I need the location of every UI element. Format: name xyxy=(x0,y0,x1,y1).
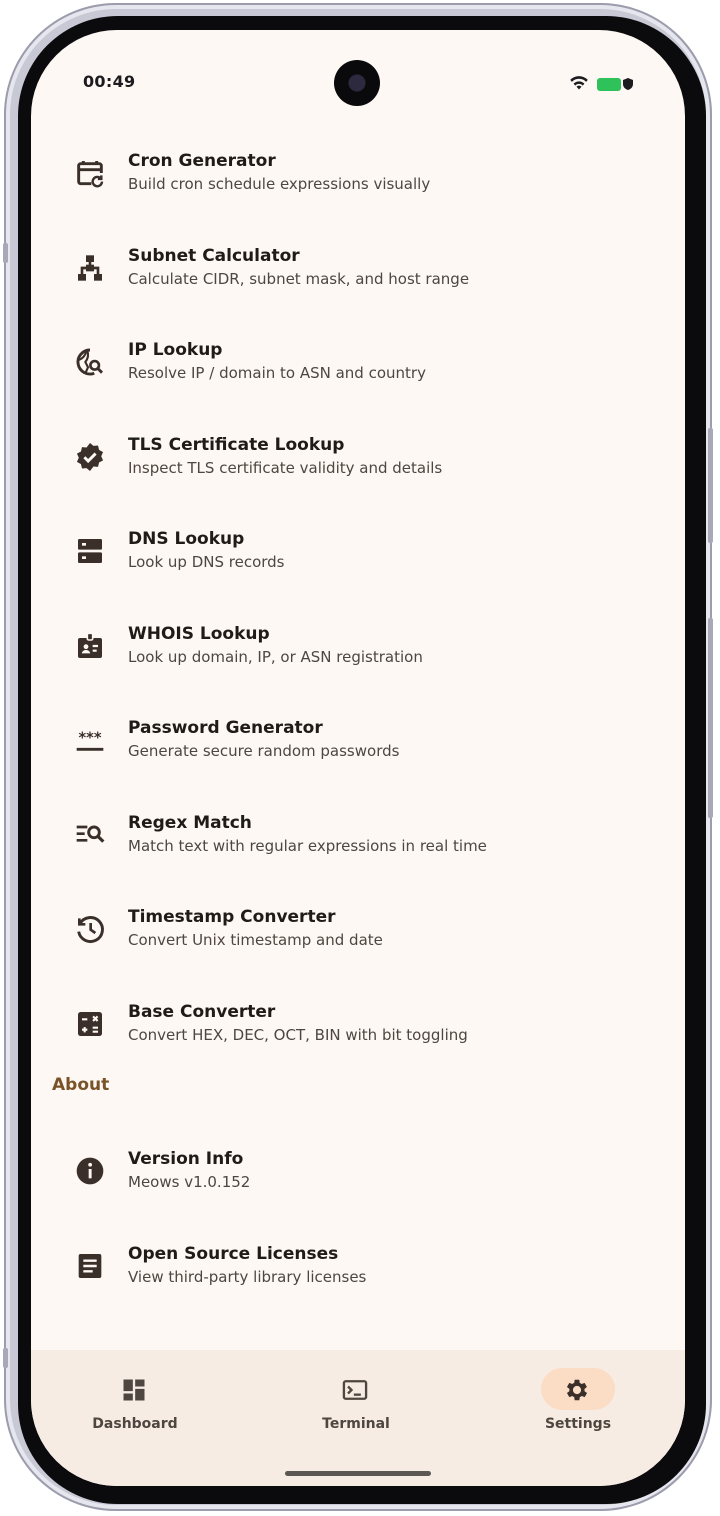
list-item-password-generator[interactable]: *** Password Generator Generate secure ran… xyxy=(31,708,685,802)
front-camera xyxy=(334,60,380,106)
list-item-regex-match[interactable]: Regex Match Match text with regular expre… xyxy=(31,803,685,897)
network-tree-icon xyxy=(74,252,106,284)
side-button xyxy=(3,1348,8,1368)
list-item-whois-lookup[interactable]: WHOIS Lookup Look up domain, IP, or ASN r… xyxy=(31,614,685,708)
list-item-title: Base Converter xyxy=(128,1001,276,1022)
bottom-navigation: Dashboard Terminal Settings xyxy=(31,1350,685,1486)
dashboard-icon xyxy=(120,1376,148,1404)
home-indicator[interactable] xyxy=(285,1471,431,1476)
password-icon: *** xyxy=(74,724,106,756)
screen: 00:49 Cron Generator Build cron schedule … xyxy=(31,30,685,1486)
list-item-subtitle: Convert Unix timestamp and date xyxy=(128,931,383,949)
list-item-subtitle: Resolve IP / domain to ASN and country xyxy=(128,364,426,382)
list-item-title: Regex Match xyxy=(128,812,252,833)
list-item-open-source-licenses[interactable]: Open Source Licenses View third-party lib… xyxy=(31,1234,685,1328)
nav-label: Dashboard xyxy=(92,1416,178,1432)
about-section-header: About xyxy=(52,1075,110,1095)
status-bar: 00:49 xyxy=(31,30,685,130)
volume-button xyxy=(708,428,713,543)
list-item-subtitle: Convert HEX, DEC, OCT, BIN with bit togg… xyxy=(128,1025,468,1044)
terminal-icon xyxy=(341,1376,369,1404)
list-item-tls-certificate-lookup[interactable]: TLS Certificate Lookup Inspect TLS certif… xyxy=(31,425,685,519)
list-item-subtitle: Look up DNS records xyxy=(128,553,285,571)
info-icon xyxy=(74,1155,106,1187)
list-item-subtitle: Inspect TLS certificate validity and det… xyxy=(128,458,443,477)
calendar-refresh-icon xyxy=(74,157,106,189)
list-item-title: WHOIS Lookup xyxy=(128,623,270,644)
list-item-title: Timestamp Converter xyxy=(128,907,336,927)
nav-dashboard[interactable]: Dashboard xyxy=(58,1350,218,1450)
list-item-timestamp-converter[interactable]: Timestamp Converter Convert Unix timestam… xyxy=(31,897,685,991)
system-icons xyxy=(569,74,633,94)
status-time: 00:49 xyxy=(83,72,136,91)
list-item-subtitle: Meows v1.0.152 xyxy=(128,1173,251,1191)
list-item-base-converter[interactable]: Base Converter Convert HEX, DEC, OCT, BIN… xyxy=(31,992,685,1086)
settings-gear-icon xyxy=(563,1376,591,1404)
shield-icon xyxy=(623,75,633,94)
calculator-icon xyxy=(74,1008,106,1040)
list-item-subtitle: Generate secure random passwords xyxy=(128,742,400,760)
list-item-title: DNS Lookup xyxy=(128,529,245,549)
list-item-title: Version Info xyxy=(128,1149,244,1169)
battery-icon xyxy=(597,77,621,91)
list-item-subtitle: Calculate CIDR, subnet mask, and host ra… xyxy=(128,269,470,288)
list-item-subtitle: Look up domain, IP, or ASN registration xyxy=(128,647,423,666)
nav-label: Settings xyxy=(544,1416,612,1432)
document-icon xyxy=(74,1250,106,1282)
list-item-title: TLS Certificate Lookup xyxy=(128,434,345,455)
verified-badge-icon xyxy=(74,441,106,473)
list-item-title: Cron Generator xyxy=(128,151,276,171)
svg-text:***: *** xyxy=(79,730,102,747)
dns-server-icon xyxy=(74,535,106,567)
list-item-cron-generator[interactable]: Cron Generator Build cron schedule expres… xyxy=(31,141,685,235)
list-item-subtitle: View third-party library licenses xyxy=(128,1267,367,1286)
list-item-ip-lookup[interactable]: IP Lookup Resolve IP / domain to ASN and … xyxy=(31,330,685,424)
list-item-title: Password Generator xyxy=(128,718,323,738)
clock-history-icon xyxy=(74,913,106,945)
power-button xyxy=(708,618,713,818)
globe-search-icon xyxy=(74,346,106,378)
list-item-version-info[interactable]: Version Info Meows v1.0.152 xyxy=(31,1139,685,1233)
side-button xyxy=(3,243,8,263)
list-item-title: Open Source Licenses xyxy=(128,1243,339,1264)
list-item-title: Subnet Calculator xyxy=(128,245,300,266)
list-item-subtitle: Build cron schedule expressions visually xyxy=(128,175,431,193)
list-item-title: IP Lookup xyxy=(128,340,223,360)
id-badge-icon xyxy=(74,630,106,662)
text-search-icon xyxy=(74,819,106,851)
list-item-subnet-calculator[interactable]: Subnet Calculator Calculate CIDR, subnet … xyxy=(31,236,685,330)
nav-label: Terminal xyxy=(322,1416,390,1432)
list-item-dns-lookup[interactable]: DNS Lookup Look up DNS records xyxy=(31,519,685,613)
wifi-icon xyxy=(569,74,589,94)
nav-settings[interactable]: Settings xyxy=(501,1350,661,1450)
nav-terminal[interactable]: Terminal xyxy=(279,1350,439,1450)
list-item-subtitle: Match text with regular expressions in r… xyxy=(128,836,487,855)
